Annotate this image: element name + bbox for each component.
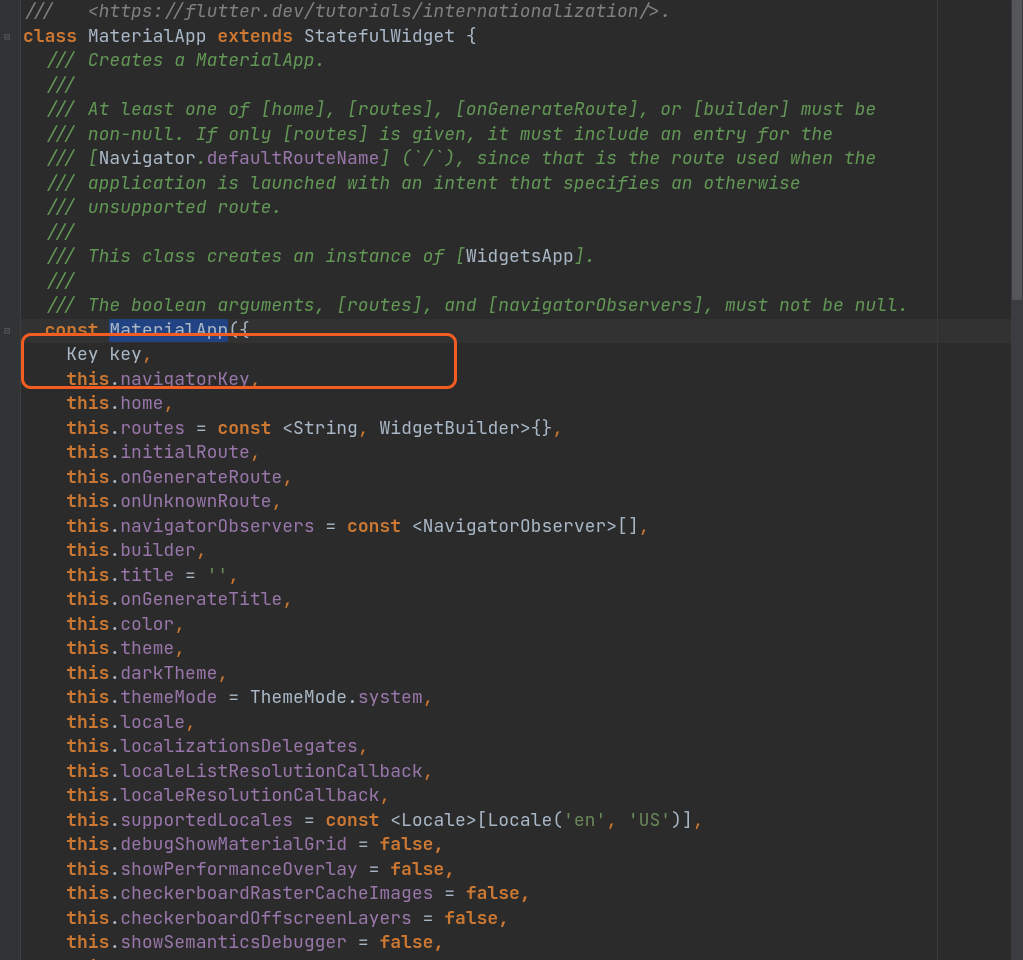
vertical-scrollbar[interactable] <box>1011 0 1023 960</box>
fold-icon[interactable]: ⊟ <box>4 326 10 336</box>
code-line[interactable]: this.routes = const <String, WidgetBuild… <box>21 417 1023 442</box>
editor-text-area[interactable]: /// <https://flutter.dev/tutorials/inter… <box>21 0 1023 960</box>
code-line[interactable]: class MaterialApp extends StatefulWidget… <box>21 25 1023 50</box>
code-line[interactable]: this.builder, <box>21 539 1023 564</box>
code-line[interactable]: this.localeListResolutionCallback, <box>21 760 1023 785</box>
code-line[interactable]: this.debugShowCheckedModeBanner = true, <box>21 956 1023 960</box>
code-line[interactable]: /// <box>21 221 1023 246</box>
code-line[interactable]: /// The boolean arguments, [routes], and… <box>21 294 1023 319</box>
code-line[interactable]: /// Creates a MaterialApp. <box>21 49 1023 74</box>
code-line[interactable]: this.title = '', <box>21 564 1023 589</box>
code-line[interactable]: /// [Navigator.defaultRouteName] (`/`), … <box>21 147 1023 172</box>
code-line[interactable]: /// <https://flutter.dev/tutorials/inter… <box>21 0 1023 25</box>
code-line[interactable]: this.checkerboardRasterCacheImages = fal… <box>21 882 1023 907</box>
code-line[interactable]: this.navigatorKey, <box>21 368 1023 393</box>
code-line[interactable]: Key key, <box>21 343 1023 368</box>
code-line[interactable]: this.home, <box>21 392 1023 417</box>
code-line[interactable]: this.onUnknownRoute, <box>21 490 1023 515</box>
code-line[interactable]: /// <box>21 74 1023 99</box>
code-line[interactable]: const MaterialApp({ <box>21 319 1023 344</box>
scrollbar-thumb[interactable] <box>1012 0 1022 300</box>
code-line[interactable]: this.initialRoute, <box>21 441 1023 466</box>
code-line[interactable]: this.showSemanticsDebugger = false, <box>21 931 1023 956</box>
code-line[interactable]: this.darkTheme, <box>21 662 1023 687</box>
code-line[interactable]: /// unsupported route. <box>21 196 1023 221</box>
code-line[interactable]: this.navigatorObservers = const <Navigat… <box>21 515 1023 540</box>
code-line[interactable]: this.checkerboardOffscreenLayers = false… <box>21 907 1023 932</box>
code-line[interactable]: /// non-null. If only [routes] is given,… <box>21 123 1023 148</box>
code-line[interactable]: this.themeMode = ThemeMode.system, <box>21 686 1023 711</box>
fold-icon[interactable]: ⊟ <box>4 32 10 42</box>
editor-gutter: ⊟⊟ <box>0 0 21 960</box>
code-line[interactable]: /// <box>21 270 1023 295</box>
code-line[interactable]: this.onGenerateTitle, <box>21 588 1023 613</box>
code-line[interactable]: /// application is launched with an inte… <box>21 172 1023 197</box>
code-line[interactable]: this.localeResolutionCallback, <box>21 784 1023 809</box>
code-line[interactable]: this.localizationsDelegates, <box>21 735 1023 760</box>
right-margin-guide <box>937 0 938 960</box>
code-line[interactable]: this.theme, <box>21 637 1023 662</box>
code-editor[interactable]: ⊟⊟ /// <https://flutter.dev/tutorials/in… <box>0 0 1023 960</box>
code-line[interactable]: this.showPerformanceOverlay = false, <box>21 858 1023 883</box>
code-line[interactable]: this.supportedLocales = const <Locale>[L… <box>21 809 1023 834</box>
code-line[interactable]: /// At least one of [home], [routes], [o… <box>21 98 1023 123</box>
code-line[interactable]: this.locale, <box>21 711 1023 736</box>
code-line[interactable]: this.color, <box>21 613 1023 638</box>
code-line[interactable]: this.onGenerateRoute, <box>21 466 1023 491</box>
code-line[interactable]: /// This class creates an instance of [W… <box>21 245 1023 270</box>
code-line[interactable]: this.debugShowMaterialGrid = false, <box>21 833 1023 858</box>
